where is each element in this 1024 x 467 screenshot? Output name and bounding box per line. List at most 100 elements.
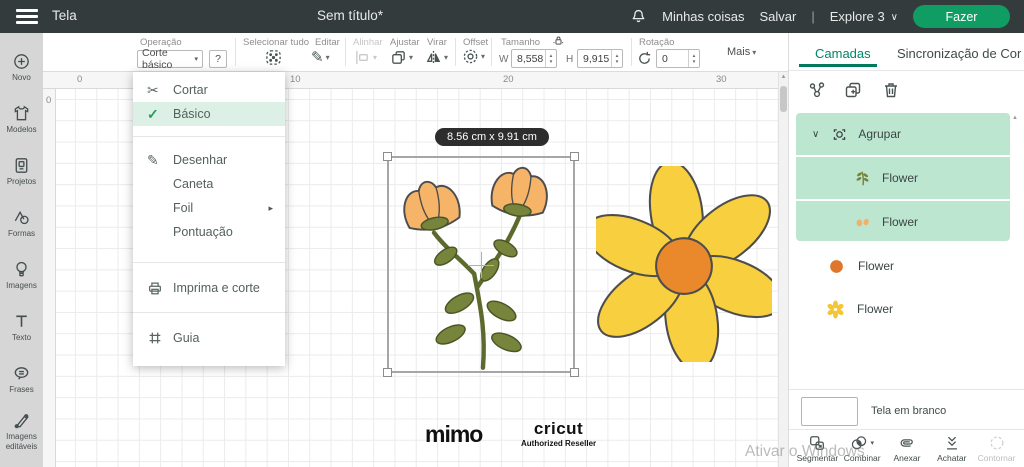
sidebar-item-templates[interactable]: Modelos (0, 93, 43, 145)
layer-list-scroll-up-icon[interactable]: ▲ (1012, 115, 1018, 121)
machine-selector[interactable]: Explore 3 ∨ (830, 9, 898, 24)
canvas-mat-label: Tela em branco (871, 405, 947, 417)
pencil-icon: ✎ (311, 49, 324, 66)
canvas-scrollbar[interactable]: ▲ (778, 72, 788, 467)
toolbar-divider (235, 38, 236, 66)
height-stepper[interactable]: ▲ ▼ (611, 50, 622, 67)
layer-row-flower-circle[interactable]: Flower (796, 245, 1010, 287)
check-icon: ✓ (147, 105, 159, 122)
edit-toolbar: Operação Corte básico ▾ ? Selecionar tud… (43, 33, 788, 72)
stepper-down-icon[interactable]: ▼ (615, 59, 619, 65)
notifications-bell-icon[interactable] (630, 8, 647, 25)
selection-bounding-box[interactable] (383, 152, 579, 377)
document-title[interactable]: Sem título* (285, 8, 415, 23)
sidebar-item-images[interactable]: Imagens (0, 249, 43, 301)
sidebar-item-projects[interactable]: Projetos (0, 145, 43, 197)
topbar-separator: | (811, 9, 815, 24)
menu-item-cut[interactable]: ✂ Cortar (133, 78, 285, 102)
menu-item-draw[interactable]: ✎ Desenhar (133, 148, 285, 172)
offset-button[interactable]: ▾ (462, 48, 485, 65)
select-all-button[interactable] (265, 49, 282, 66)
help-button[interactable]: ? (209, 50, 227, 68)
layer-row-flower-petals[interactable]: Flower (796, 201, 1010, 243)
pencil-icon: ✎ (147, 151, 159, 168)
width-input[interactable]: 8,558 ▲ ▼ (511, 49, 557, 68)
slice-icon (810, 436, 825, 450)
rotation-label: Rotação (639, 37, 675, 48)
align-icon (356, 50, 368, 65)
hamburger-menu-icon[interactable] (16, 9, 38, 25)
layer-group-header[interactable]: ∨ Agrupar (796, 113, 1010, 155)
menu-item-foil[interactable]: Foil ▸ (133, 196, 285, 220)
layer-group-selected[interactable]: ∨ Agrupar Flower Flower (796, 113, 1010, 241)
flatten-icon (946, 436, 957, 450)
dropdown-arrow-icon: ▾ (194, 56, 198, 63)
stepper-down-icon[interactable]: ▼ (549, 59, 553, 65)
select-all-label: Selecionar tudo (243, 37, 310, 48)
daisy-flower-object[interactable] (584, 160, 778, 372)
scroll-up-icon[interactable]: ▲ (779, 74, 788, 80)
canvas-mat-swatch[interactable] (801, 397, 858, 426)
dropdown-arrow-icon: ▾ (409, 53, 414, 62)
duplicate-button[interactable] (843, 80, 863, 105)
submenu-arrow-icon: ▸ (268, 202, 273, 213)
chevron-down-icon[interactable]: ∨ (812, 129, 819, 140)
sidebar-item-new[interactable]: Novo (0, 41, 43, 93)
resize-handle-bottom-left[interactable] (383, 368, 392, 377)
orange-circle-thumbnail (828, 258, 845, 275)
cricut-reseller-logo: cricut Authorized Reseller (521, 419, 597, 448)
rotation-input[interactable]: 0 ▲ ▼ (656, 49, 700, 68)
sidebar-item-editable-images[interactable]: Imagens editáveis (0, 405, 43, 457)
flip-button[interactable]: ▾ (425, 49, 448, 66)
more-button[interactable]: Mais ▾ (727, 46, 756, 58)
resize-handle-top-right[interactable] (570, 152, 579, 161)
arrange-label: Ajustar (390, 37, 420, 48)
sidebar-item-phrases[interactable]: Frases (0, 353, 43, 405)
scrollbar-thumb[interactable] (780, 86, 787, 112)
menu-item-pen[interactable]: Caneta (133, 172, 285, 196)
make-it-button[interactable]: Fazer (913, 5, 1010, 28)
menu-item-guide[interactable]: Guia (133, 326, 285, 350)
toolbar-divider (345, 38, 346, 66)
rotate-button[interactable] (636, 50, 653, 67)
edit-button[interactable]: ✎ ▾ (311, 48, 330, 66)
layer-name: Flower (882, 171, 919, 185)
menu-item-basic-selected[interactable]: ✓ Básico (133, 102, 285, 126)
sidebar-item-shapes[interactable]: Formas (0, 197, 43, 249)
stepper-down-icon[interactable]: ▼ (692, 59, 696, 65)
selection-center-crosshair (468, 251, 494, 278)
slice-button[interactable]: Segmentar (795, 430, 840, 467)
save-link[interactable]: Salvar (760, 9, 797, 24)
combine-button[interactable]: ▾ Combinar (840, 430, 885, 467)
menu-item-score[interactable]: Pontuação (133, 220, 285, 244)
dropdown-arrow-icon: ▾ (752, 47, 757, 57)
width-label: W (499, 54, 509, 65)
size-lock-button[interactable] (552, 34, 565, 47)
resize-handle-bottom-right[interactable] (570, 368, 579, 377)
tab-layers[interactable]: Camadas (815, 46, 871, 61)
cricut-design-space-app: Tela Sem título* Minhas coisas Salvar | … (0, 0, 1024, 467)
menu-item-print-then-cut[interactable]: Imprima e corte (133, 276, 285, 300)
tab-color-sync[interactable]: Sincronização de Cor (897, 46, 1021, 61)
width-stepper[interactable]: ▲ ▼ (545, 50, 556, 67)
attach-button[interactable]: Anexar (885, 430, 930, 467)
menu-section-label[interactable]: Tela (52, 8, 77, 23)
layer-row-flower-daisy[interactable]: Flower (796, 288, 1010, 330)
dropdown-arrow-icon: ▾ (444, 53, 449, 62)
rotation-stepper[interactable]: ▲ ▼ (688, 50, 699, 67)
operation-dropdown[interactable]: Corte básico ▾ (137, 47, 203, 71)
layer-row-flower-sprig[interactable]: Flower (796, 157, 1010, 199)
height-input[interactable]: 9,915 ▲ ▼ (577, 49, 623, 68)
height-label: H (566, 54, 574, 65)
arrange-button[interactable]: ▾ (390, 49, 413, 66)
sprig-thumbnail (854, 169, 872, 187)
group-button[interactable] (807, 80, 827, 105)
delete-button[interactable] (881, 80, 901, 105)
group-label: Agrupar (858, 127, 902, 141)
flatten-button[interactable]: Achatar (929, 430, 974, 467)
arrange-layers-icon (392, 51, 405, 64)
sidebar-item-text[interactable]: Texto (0, 301, 43, 353)
plus-circle-icon (14, 54, 29, 69)
my-stuff-link[interactable]: Minhas coisas (662, 9, 744, 24)
resize-handle-top-left[interactable] (383, 152, 392, 161)
